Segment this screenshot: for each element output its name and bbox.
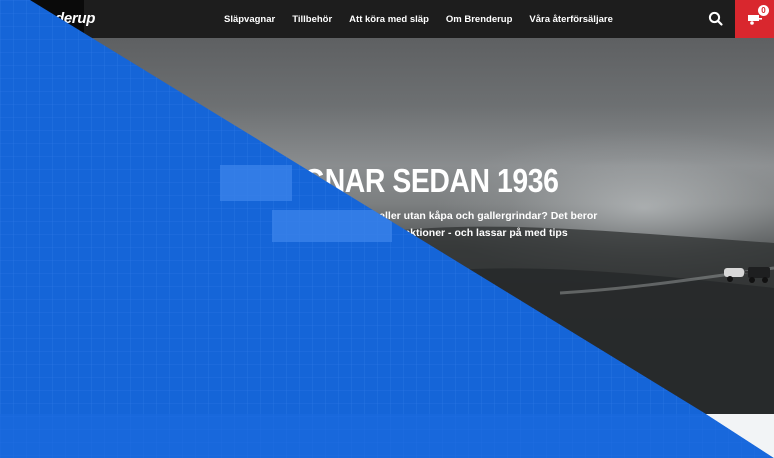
top-navigation: Brenderup Släpvagnar Tillbehör Att köra … [0,0,774,38]
car-with-trailer-image [724,267,770,283]
page: Brenderup Släpvagnar Tillbehör Att köra … [0,0,774,458]
nav-item-om-brenderup[interactable]: Om Brenderup [446,14,513,25]
hero-description: nt? Med eller utan kåpa och gallergrinda… [336,208,626,242]
cart-button[interactable]: 0 [735,0,774,38]
nav-item-slapvagnar[interactable]: Släpvagnar [224,14,275,25]
search-icon [708,11,723,26]
hero-description-line-2: ssa smarta funktioner - och lassar på me… [336,227,568,239]
main-menu: Släpvagnar Tillbehör Att köra med släp O… [224,0,630,38]
cart-count-badge: 0 [758,5,769,16]
search-button[interactable] [707,10,725,28]
nav-item-tillbehor[interactable]: Tillbehör [292,14,332,25]
nav-item-vara-aterforsaljare[interactable]: Våra återförsäljare [529,14,612,25]
brand-logo[interactable]: Brenderup [0,0,95,38]
hero-title: AGNAR SEDAN 1936 [283,162,559,199]
hero-banner: AGNAR SEDAN 1936 nt? Med eller utan kåpa… [0,38,774,414]
hero-description-line-1: nt? Med eller utan kåpa och gallergrinda… [336,210,598,222]
nav-item-att-kora-med-slap[interactable]: Att köra med släp [349,14,429,25]
